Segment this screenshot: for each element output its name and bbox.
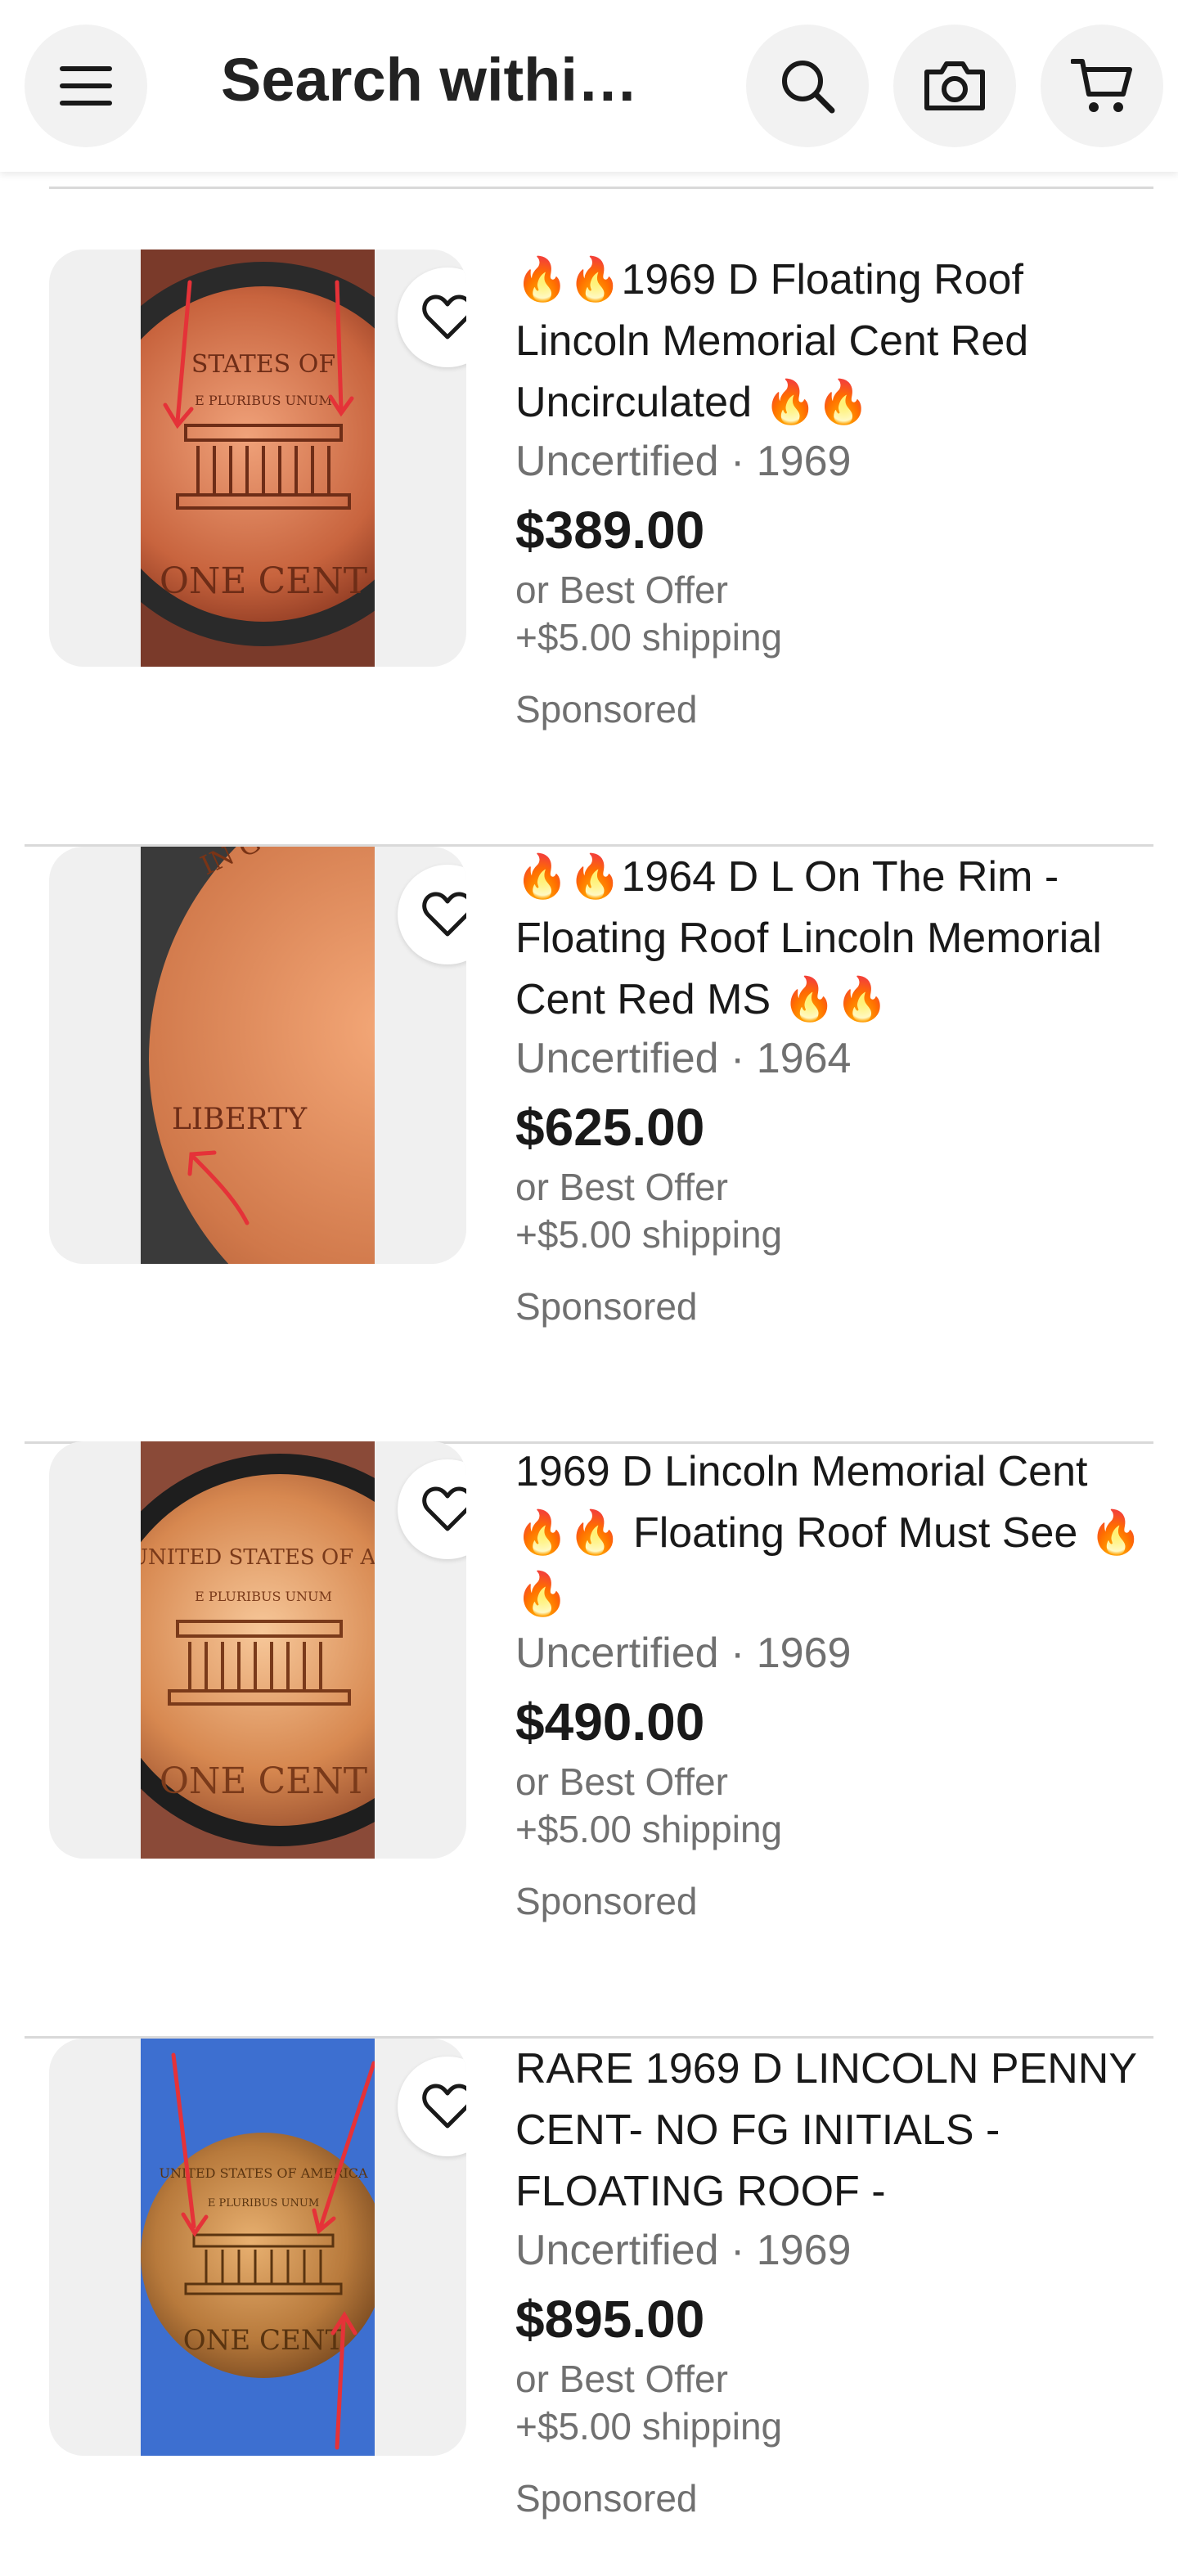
listing-thumbnail[interactable]: IN GO LIBERTY — [49, 847, 466, 1264]
svg-text:E PLURIBUS UNUM: E PLURIBUS UNUM — [195, 1589, 332, 1604]
shipping-cost: +$5.00 shipping — [515, 1213, 783, 1256]
listing-price: $490.00 — [515, 1693, 705, 1751]
shipping-cost: +$5.00 shipping — [515, 616, 783, 659]
listing-info: 🔥🔥1969 D Floating Roof Lincoln Memorial … — [515, 250, 1145, 733]
listing-price: $389.00 — [515, 501, 705, 560]
svg-text:LIBERTY: LIBERTY — [172, 1103, 308, 1136]
svg-text:ONE CENT: ONE CENT — [160, 1760, 367, 1802]
listing-title[interactable]: 🔥🔥1964 D L On The Rim - Floating Roof Li… — [515, 847, 1145, 1031]
cart-button[interactable] — [1041, 25, 1163, 147]
listing-price: $625.00 — [515, 1098, 705, 1157]
cart-icon — [1071, 59, 1132, 112]
search-icon — [782, 61, 835, 114]
menu-button[interactable] — [25, 25, 147, 147]
best-offer-label: or Best Offer — [515, 2358, 728, 2400]
hamburger-menu-icon — [60, 66, 112, 106]
listing-card[interactable]: UNITED STATES OF AMERICA E PLURIBUS UNUM… — [0, 2039, 1178, 2576]
search-button[interactable] — [746, 25, 869, 147]
best-offer-label: or Best Offer — [515, 1166, 728, 1208]
listing-condition: Uncertified · 1969 — [515, 1630, 852, 1677]
coin-image: UNITED STATES OF AMERICA E PLURIBUS UNUM… — [141, 2039, 375, 2456]
search-input[interactable]: Search withi… — [221, 45, 712, 115]
listing-title[interactable]: 1969 D Lincoln Memorial Cent 🔥🔥 Floating… — [515, 1441, 1145, 1625]
heart-icon — [422, 294, 466, 339]
listing-thumbnail[interactable]: UNITED STATES OF AMERICA E PLURIBUS UNUM… — [49, 2039, 466, 2456]
watch-button[interactable] — [398, 2057, 466, 2156]
listing-info: RARE 1969 D LINCOLN PENNY CENT- NO FG IN… — [515, 2039, 1145, 2522]
listing-thumbnail[interactable]: UNITED STATES OF AME E PLURIBUS UNUM ONE… — [49, 1441, 466, 1859]
list-top-divider — [49, 187, 1153, 189]
listing-card[interactable]: UNITED STATES OF AME E PLURIBUS UNUM ONE… — [0, 1441, 1178, 2039]
image-search-button[interactable] — [893, 25, 1016, 147]
watch-button[interactable] — [398, 1459, 466, 1559]
watch-button[interactable] — [398, 865, 466, 964]
coin-image: IN GO LIBERTY — [141, 847, 375, 1264]
listing-title[interactable]: 🔥🔥1969 D Floating Roof Lincoln Memorial … — [515, 250, 1145, 434]
sponsored-label: Sponsored — [515, 688, 698, 731]
sponsored-label: Sponsored — [515, 1880, 698, 1922]
watch-button[interactable] — [398, 267, 466, 367]
listing-condition: Uncertified · 1969 — [515, 2227, 852, 2274]
svg-text:STATES OF: STATES OF — [191, 350, 335, 379]
shipping-cost: +$5.00 shipping — [515, 1808, 783, 1850]
top-app-bar: Search withi… — [0, 0, 1178, 172]
sponsored-label: Sponsored — [515, 1285, 698, 1328]
listing-info: 1969 D Lincoln Memorial Cent 🔥🔥 Floating… — [515, 1441, 1145, 1925]
listing-info: 🔥🔥1964 D L On The Rim - Floating Roof Li… — [515, 847, 1145, 1330]
svg-text:UNITED STATES OF AME: UNITED STATES OF AME — [141, 1545, 375, 1570]
listing-card[interactable]: IN GO LIBERTY 🔥🔥1964 D L On The Rim - Fl… — [0, 847, 1178, 1444]
listing-price: $895.00 — [515, 2290, 705, 2349]
camera-icon — [924, 61, 985, 110]
sponsored-label: Sponsored — [515, 2477, 698, 2520]
listing-condition: Uncertified · 1964 — [515, 1035, 852, 1082]
svg-text:ONE CENT: ONE CENT — [183, 2324, 344, 2357]
coin-image: STATES OF E PLURIBUS UNUM ONE CENT — [141, 250, 375, 667]
best-offer-label: or Best Offer — [515, 1760, 728, 1803]
shipping-cost: +$5.00 shipping — [515, 2405, 783, 2448]
listing-title[interactable]: RARE 1969 D LINCOLN PENNY CENT- NO FG IN… — [515, 2039, 1145, 2223]
heart-icon — [422, 892, 466, 937]
svg-text:E PLURIBUS UNUM: E PLURIBUS UNUM — [195, 393, 332, 408]
coin-image: UNITED STATES OF AME E PLURIBUS UNUM ONE… — [141, 1441, 375, 1859]
heart-icon — [422, 1486, 466, 1531]
best-offer-label: or Best Offer — [515, 569, 728, 611]
listing-card[interactable]: STATES OF E PLURIBUS UNUM ONE CENT 🔥🔥196… — [0, 250, 1178, 847]
heart-icon — [422, 2084, 466, 2129]
svg-text:E PLURIBUS UNUM: E PLURIBUS UNUM — [208, 2197, 319, 2210]
listing-thumbnail[interactable]: STATES OF E PLURIBUS UNUM ONE CENT — [49, 250, 466, 667]
listing-condition: Uncertified · 1969 — [515, 438, 852, 485]
svg-text:ONE CENT: ONE CENT — [160, 560, 367, 602]
